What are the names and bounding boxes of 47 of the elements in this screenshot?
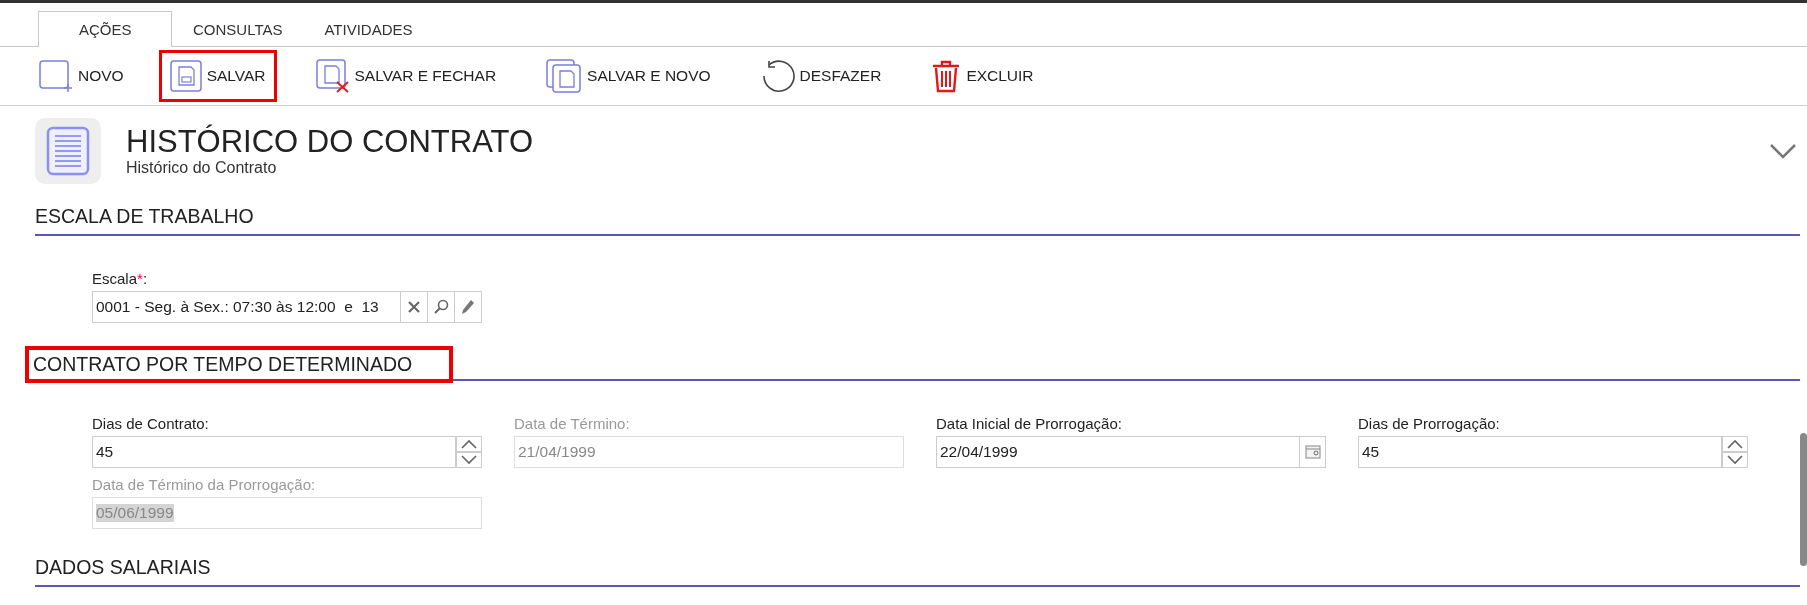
tab[interactable]: ATIVIDADES xyxy=(303,11,434,47)
field-label: Data de Término: xyxy=(514,415,631,432)
clear-button[interactable] xyxy=(401,291,428,323)
chevron-up-icon xyxy=(1726,439,1744,449)
input-field[interactable]: 45 xyxy=(1358,436,1722,468)
edit-button[interactable] xyxy=(455,291,482,323)
field-label: Dias de Contrato: xyxy=(92,415,210,432)
input-field[interactable]: 22/04/1999 xyxy=(936,436,1300,468)
scrollbar-thumb[interactable] xyxy=(1800,433,1807,566)
section-title: CONTRATO POR TEMPO DETERMINADO xyxy=(25,346,453,383)
toolbar-button[interactable]: SALVAR xyxy=(158,50,277,102)
increment-button[interactable] xyxy=(456,436,482,452)
increment-button[interactable] xyxy=(1722,436,1748,452)
page-title: HISTÓRICO DO CONTRATO xyxy=(126,125,534,159)
input-field[interactable]: 45 xyxy=(92,436,456,468)
stacked-floppy-disk-icon xyxy=(546,59,583,93)
tab[interactable]: AÇÕES xyxy=(38,11,172,47)
toolbar-button[interactable]: DESFAZER xyxy=(749,50,893,102)
section-title: DADOS SALARIAIS xyxy=(35,556,211,580)
section-title: ESCALA DE TRABALHO xyxy=(35,205,254,229)
tab[interactable]: CONSULTAS xyxy=(172,11,304,47)
chevron-down-icon xyxy=(1726,455,1744,465)
undo-icon xyxy=(760,59,795,93)
trash-icon xyxy=(931,59,962,93)
decrement-button[interactable] xyxy=(1722,452,1748,468)
page-subtitle: Histórico do Contrato xyxy=(126,159,278,177)
toolbar-button[interactable]: SALVAR E FECHAR xyxy=(304,50,508,102)
search-icon xyxy=(433,299,449,315)
chevron-down-icon xyxy=(460,455,478,465)
decrement-button[interactable] xyxy=(456,452,482,468)
field-label: Escala*: xyxy=(92,270,149,287)
chevron-icon[interactable] xyxy=(1769,143,1797,159)
field-label: Data Inicial de Prorrogação: xyxy=(936,415,1123,432)
pencil-icon xyxy=(461,299,475,315)
field-label: Data de Término da Prorrogação: xyxy=(92,476,317,493)
input-field[interactable]: 0001 - Seg. à Sex.: 07:30 às 12:00 e 13 xyxy=(92,291,401,323)
chevron-up-icon xyxy=(460,439,478,449)
toolbar-button[interactable]: SALVAR E NOVO xyxy=(535,50,722,102)
new-document-icon xyxy=(39,60,73,92)
close-icon xyxy=(407,300,421,314)
document-list-icon xyxy=(35,118,101,184)
search-button[interactable] xyxy=(428,291,455,323)
toolbar-button[interactable]: EXCLUIR xyxy=(920,50,1045,102)
toolbar-button[interactable]: NOVO xyxy=(36,50,135,102)
floppy-disk-delete-icon xyxy=(315,59,350,93)
field-label: Dias de Prorrogação: xyxy=(1358,415,1501,432)
calendar-icon xyxy=(1304,445,1321,459)
